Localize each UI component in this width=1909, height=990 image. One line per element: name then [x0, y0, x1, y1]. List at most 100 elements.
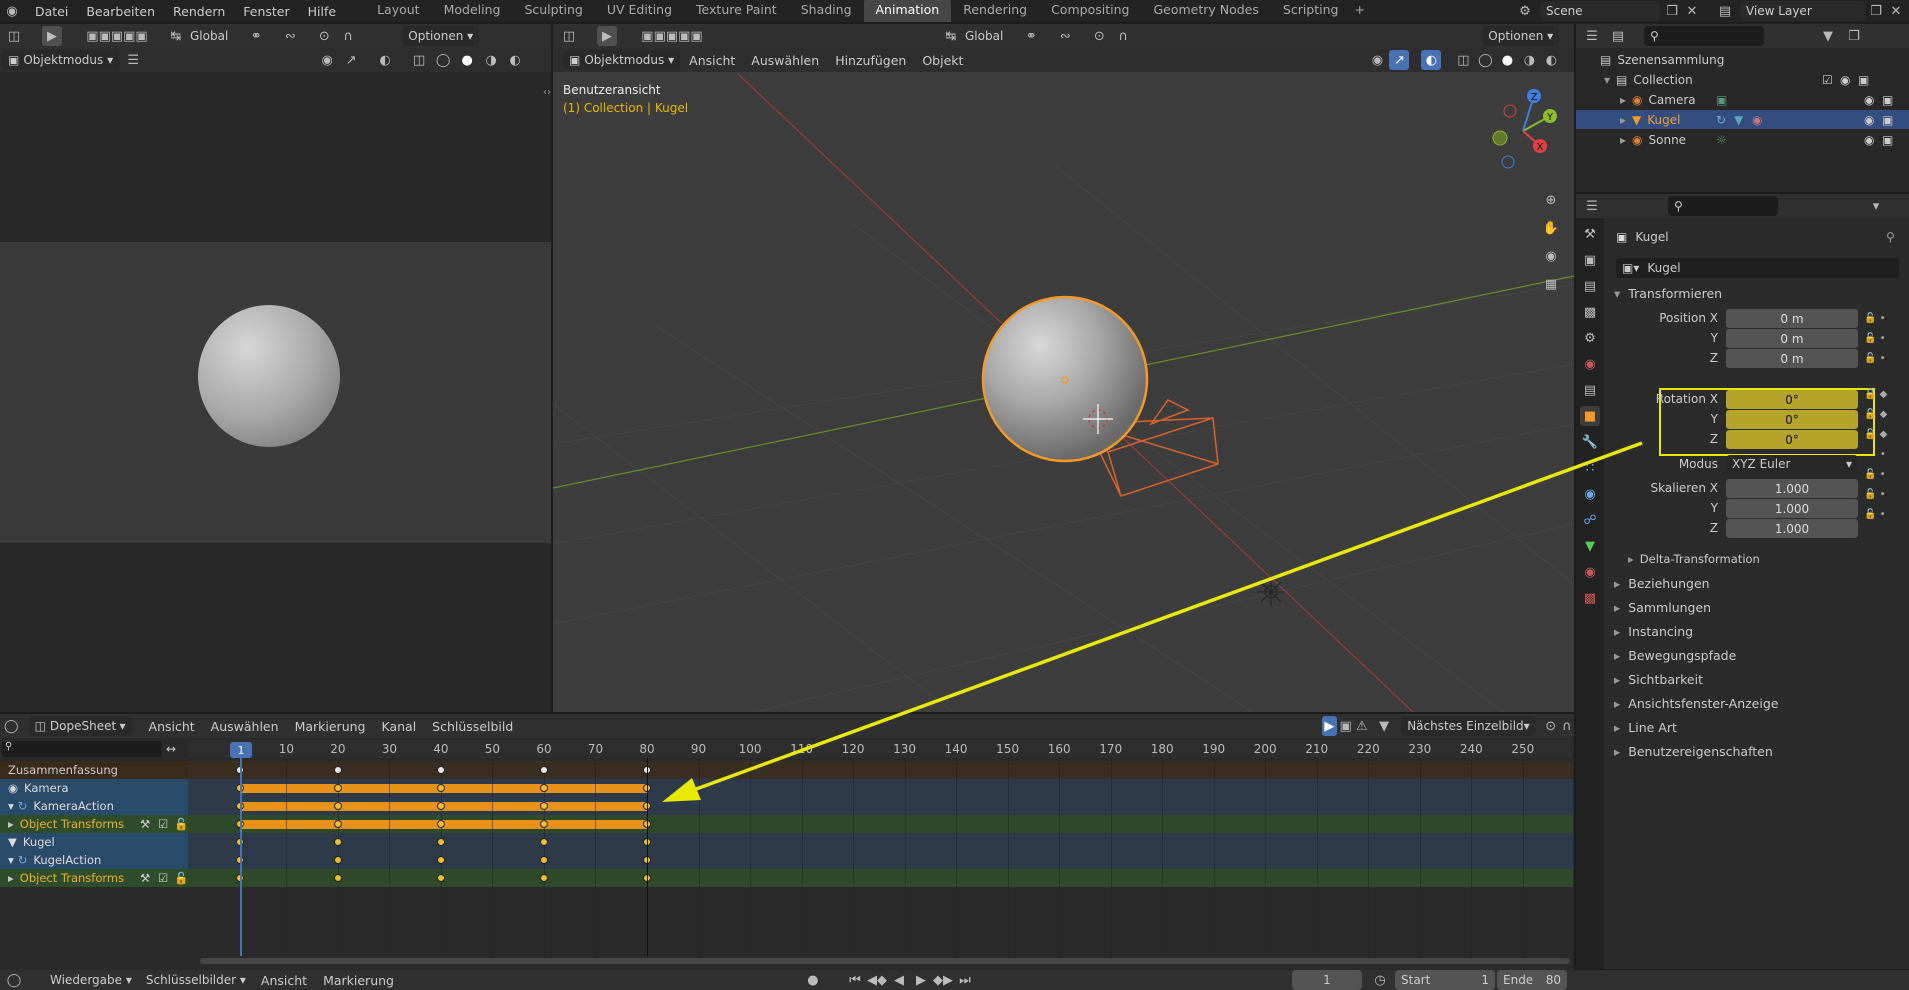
properties-search-input[interactable]: ⚲ [1668, 196, 1778, 216]
render-shading-icon[interactable]: ◐ [505, 50, 525, 70]
pan-hand-icon[interactable]: ✋ [1541, 218, 1561, 238]
menu-rendern[interactable]: Rendern [164, 4, 234, 19]
mode-dropdown[interactable]: ▣ Objektmodus ▾ [563, 50, 681, 70]
snap-mode-dropdown[interactable]: Nächstes Einzelbild ▾ [1401, 716, 1536, 736]
keyframe[interactable] [436, 856, 445, 864]
snap-icon[interactable]: ∾ [1055, 26, 1075, 46]
add-workspace-icon[interactable]: + [1350, 0, 1368, 22]
exclude-checkbox-icon[interactable]: ☑ [1822, 73, 1833, 87]
menu-fenster[interactable]: Fenster [234, 4, 298, 19]
keyframe[interactable] [333, 766, 342, 774]
section-line-art[interactable]: Line Art [1614, 720, 1677, 735]
editor-type-icon[interactable]: ◫ [559, 26, 579, 46]
tab-uv-editing[interactable]: UV Editing [595, 0, 684, 22]
view-layer-tab-icon[interactable]: ▩ [1580, 302, 1600, 322]
hamburger-menu-icon[interactable]: ☰ [123, 50, 143, 70]
keyframe[interactable] [539, 838, 548, 846]
lock-icon[interactable]: 🔓 [174, 871, 188, 885]
editor-type-icon[interactable]: ◯ [4, 716, 19, 736]
camera-render-icon[interactable]: ▣ [1882, 93, 1893, 107]
options-dropdown[interactable]: Optionen ▾ [402, 26, 480, 46]
select-mode-icons[interactable]: ▣▣▣▣▣ [72, 26, 162, 46]
channel-camera-transforms[interactable]: ▸ Object Transforms ⚒ ☑ 🔓 [0, 815, 188, 833]
channel-camera-action[interactable]: ▾ ↻ KameraAction [0, 797, 188, 815]
tab-scripting[interactable]: Scripting [1271, 0, 1351, 22]
menu-auswaehlen[interactable]: Auswählen [204, 716, 286, 736]
options-chevron-icon[interactable]: ▾ [1866, 196, 1886, 216]
visibility-icon[interactable]: ◉ [1367, 50, 1387, 70]
show-hidden-icon[interactable]: ▣ [1339, 716, 1353, 736]
eye-icon[interactable]: ◉ [1864, 93, 1874, 107]
scene-tab-icon[interactable]: ⚙ [1580, 328, 1600, 348]
falloff-icon[interactable]: ∩ [1113, 26, 1133, 46]
orientation-icon[interactable]: ↹ [941, 26, 961, 46]
object-field[interactable]: ▣▾ Kugel [1616, 258, 1899, 278]
rotation-x-field[interactable]: 0° [1726, 390, 1858, 409]
tab-layout[interactable]: Layout [365, 0, 432, 22]
tab-shading[interactable]: Shading [789, 0, 864, 22]
orientation-label[interactable]: Global [190, 29, 228, 43]
delta-transform-header[interactable]: ▸ Delta-Transformation [1628, 552, 1760, 566]
keyframe[interactable] [436, 820, 445, 828]
blender-logo-icon[interactable]: ◉ [2, 1, 22, 21]
tab-modeling[interactable]: Modeling [432, 0, 513, 22]
menu-ansicht[interactable]: Ansicht [142, 716, 202, 736]
delete-view-layer-icon[interactable]: ✕ [1886, 1, 1906, 21]
scrollbar[interactable] [200, 958, 1570, 964]
jump-end-icon[interactable]: ⏭ [955, 970, 975, 990]
keyframe[interactable] [333, 874, 342, 882]
menu-auswaehlen[interactable]: Auswählen [744, 50, 826, 70]
sun-light-object[interactable] [1257, 578, 1285, 606]
object-tab-icon[interactable]: ■ [1580, 406, 1600, 426]
filter-icon[interactable]: ▼ [1818, 26, 1838, 46]
start-frame-field[interactable]: Start 1 [1395, 970, 1495, 990]
rotation-z-field[interactable]: 0° [1726, 430, 1858, 449]
play-reverse-icon[interactable]: ◀ [889, 970, 909, 990]
visibility-icon[interactable]: ◉ [317, 50, 337, 70]
record-icon[interactable]: ● [803, 970, 823, 990]
render-tab-icon[interactable]: ▣ [1580, 250, 1600, 270]
menu-hinzufuegen[interactable]: Hinzufügen [828, 50, 913, 70]
transform-panel-header[interactable]: ▾ Transformieren [1614, 286, 1722, 301]
play-icon[interactable]: ▶ [911, 970, 931, 990]
section-sammlungen[interactable]: Sammlungen [1614, 600, 1711, 615]
outliner-item-kugel[interactable]: ▸ ▼ Kugel ↻ ▼ ◉ ◉ ▣ [1576, 110, 1909, 129]
pivot-icon[interactable]: ⚭ [246, 26, 266, 46]
tab-compositing[interactable]: Compositing [1039, 0, 1141, 22]
keyframe[interactable] [333, 820, 342, 828]
camera-view-icon[interactable]: ◉ [1541, 246, 1561, 266]
section-bewegungspfade[interactable]: Bewegungspfade [1614, 648, 1736, 663]
tab-rendering[interactable]: Rendering [951, 0, 1039, 22]
material-shading-icon[interactable]: ◑ [481, 50, 501, 70]
mode-dropdown[interactable]: ▣ Objektmodus ▾ [2, 50, 120, 70]
display-mode-icon[interactable]: ▤ [1608, 26, 1628, 46]
menu-bearbeiten[interactable]: Bearbeiten [77, 4, 164, 19]
keyframe[interactable] [333, 838, 342, 846]
options-dropdown[interactable]: Optionen ▾ [1482, 26, 1560, 46]
material-tab-icon[interactable]: ◉ [1580, 562, 1600, 582]
collapse-toggle-icon[interactable]: ‹› [543, 87, 551, 98]
menu-markierung[interactable]: Markierung [316, 970, 401, 990]
overlay-icon[interactable]: ◐ [375, 50, 395, 70]
playhead-line[interactable] [240, 758, 242, 956]
menu-schluesselbild[interactable]: Schlüsselbild [425, 716, 520, 736]
solid-shading-icon[interactable]: ● [457, 50, 477, 70]
view-layer-selector[interactable]: View Layer [1740, 1, 1865, 21]
channel-camera-object[interactable]: ◉ Kamera [0, 779, 188, 797]
section-beziehungen[interactable]: Beziehungen [1614, 576, 1709, 591]
section-sichtbarkeit[interactable]: Sichtbarkeit [1614, 672, 1703, 687]
world-tab-icon[interactable]: ◉ [1580, 354, 1600, 374]
only-selected-icon[interactable]: ▶ [1322, 716, 1337, 736]
section-ansichtsfenster-anzeige[interactable]: Ansichtsfenster-Anzeige [1614, 696, 1778, 711]
outliner-search-input[interactable]: ⚲ [1644, 26, 1764, 46]
scale-y-field[interactable]: 1.000 [1726, 499, 1858, 518]
tab-animation[interactable]: Animation [863, 0, 952, 22]
jump-start-icon[interactable]: ⏮ [845, 970, 865, 990]
keying-menu[interactable]: Schlüsselbilder ▾ [139, 970, 252, 990]
orientation-label[interactable]: Global [965, 29, 1003, 43]
prev-keyframe-icon[interactable]: ◀◆ [867, 970, 887, 990]
render-shading-icon[interactable]: ◐ [1541, 50, 1561, 70]
keyframe[interactable] [539, 766, 548, 774]
keyframe[interactable] [436, 784, 445, 792]
menu-objekt[interactable]: Objekt [915, 50, 970, 70]
